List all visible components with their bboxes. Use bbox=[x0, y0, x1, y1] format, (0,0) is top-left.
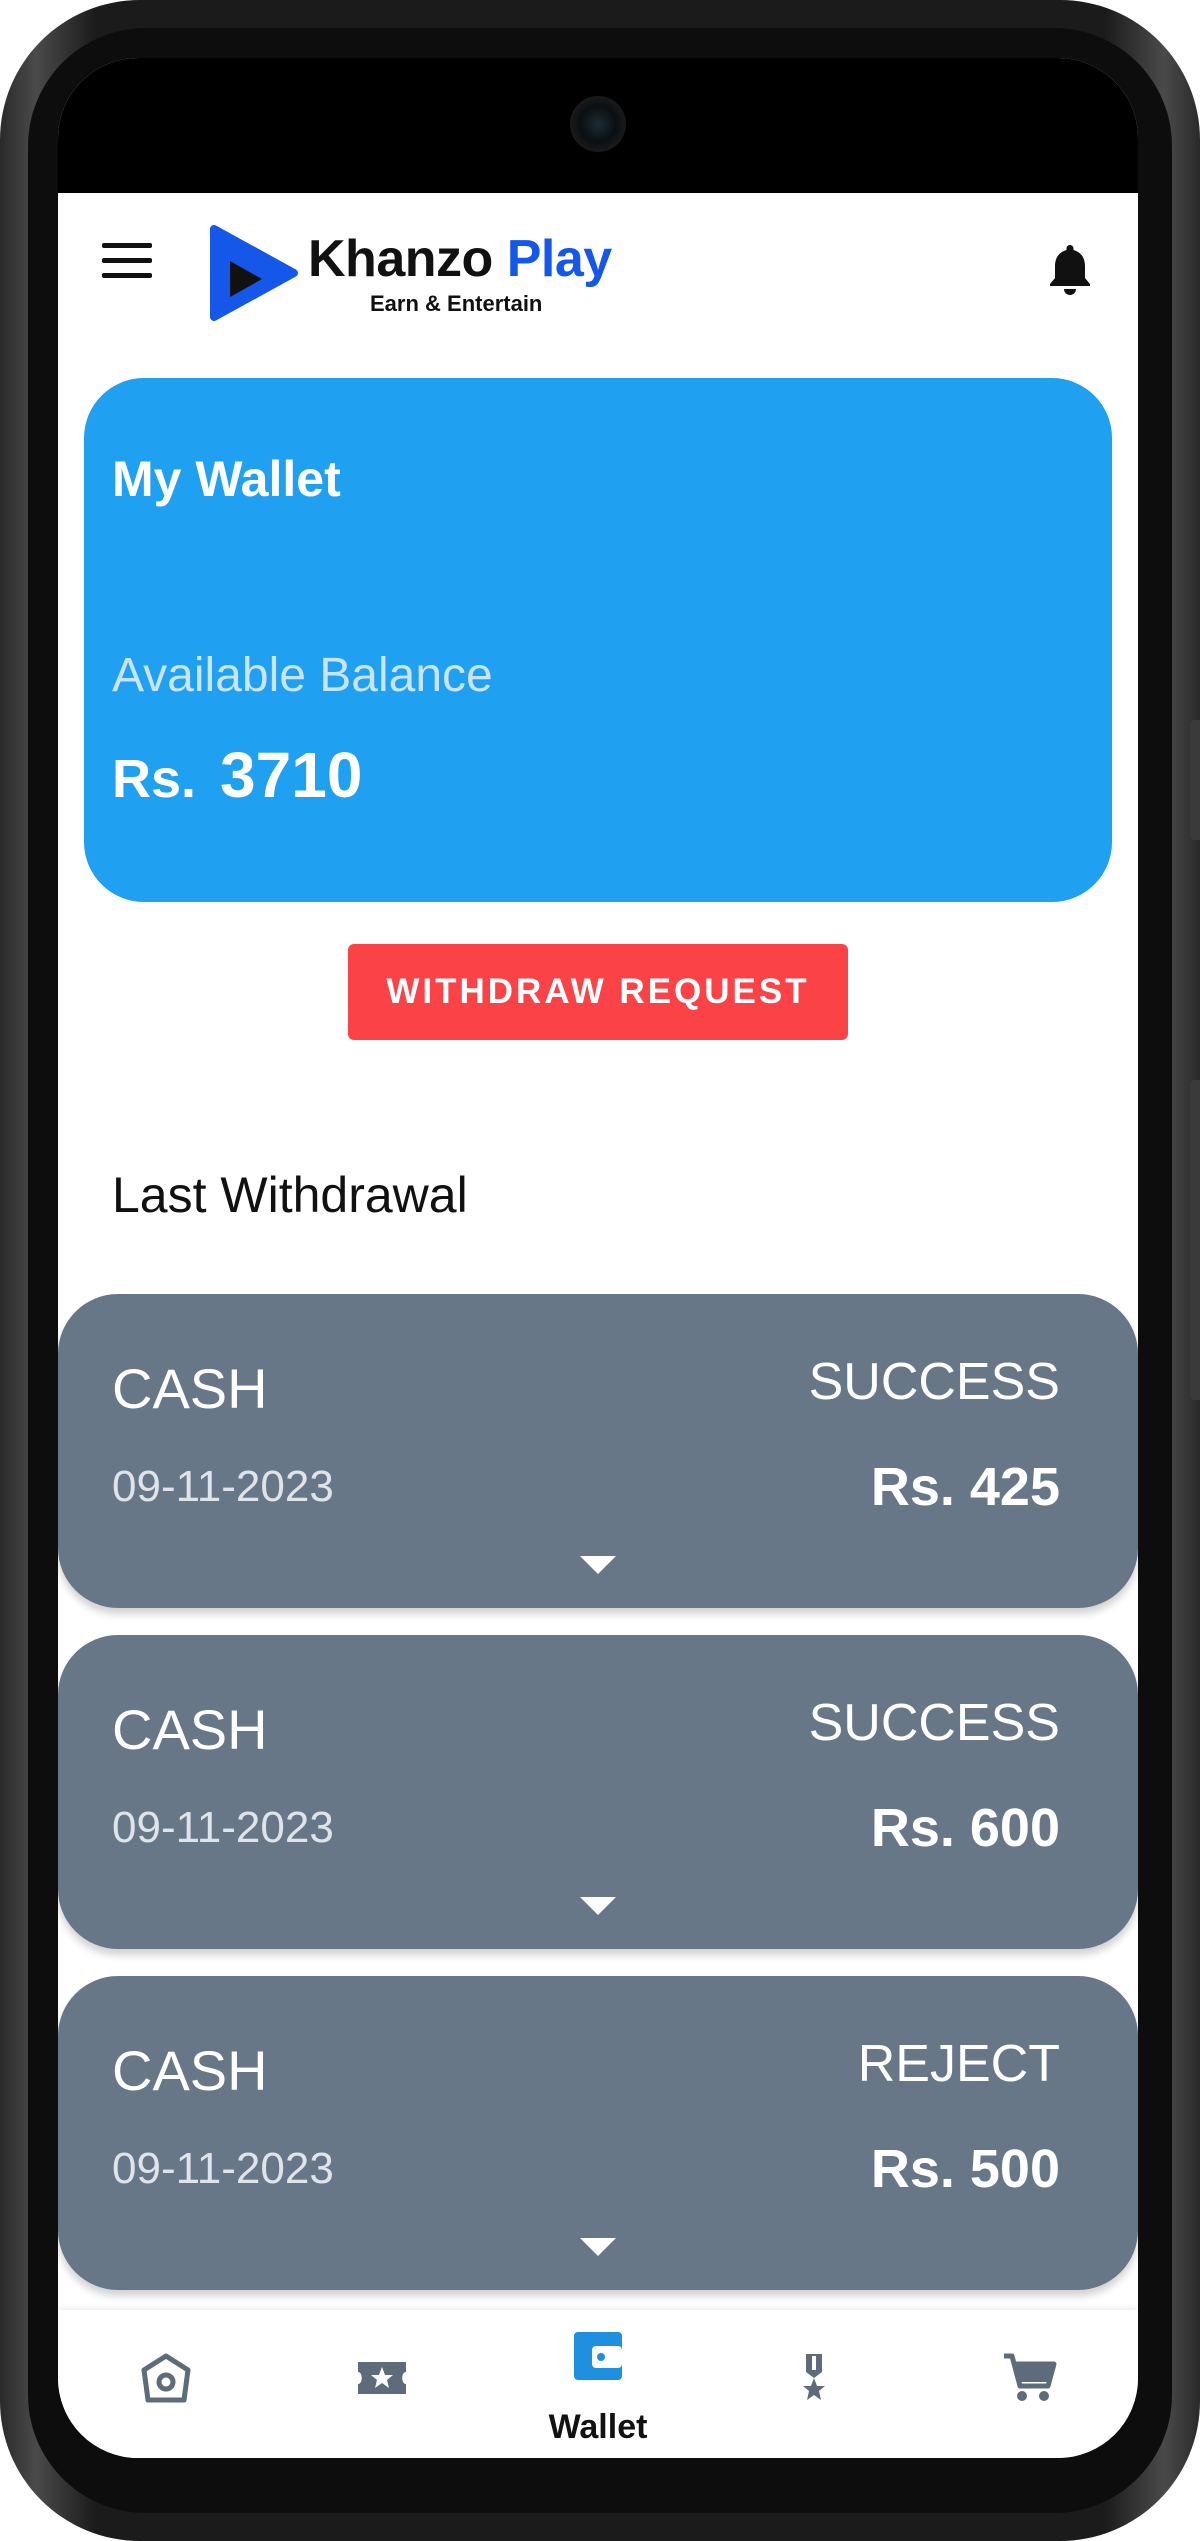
last-withdrawal-heading: Last Withdrawal bbox=[112, 1167, 468, 1223]
app-bar: Khanzo Play Earn & Entertain bbox=[58, 193, 1138, 338]
withdrawal-status: SUCCESS bbox=[808, 1353, 1060, 1411]
expand-caret-icon[interactable] bbox=[580, 2238, 616, 2256]
withdrawal-amount: Rs. 600 bbox=[870, 1798, 1060, 1858]
balance-label: Available Balance bbox=[112, 649, 493, 702]
logo-play-icon bbox=[210, 225, 298, 321]
bottom-navigation: Wallet bbox=[58, 2310, 1138, 2458]
withdrawal-status: REJECT bbox=[857, 2035, 1060, 2093]
withdrawal-amount: Rs. 500 bbox=[870, 2139, 1060, 2199]
nav-item-wallet[interactable]: Wallet bbox=[490, 2310, 706, 2458]
currency-label: Rs. bbox=[112, 749, 197, 809]
screen: Khanzo Play Earn & Entertain My Wallet A… bbox=[58, 58, 1138, 2458]
withdrawal-method: CASH bbox=[112, 1698, 268, 1761]
hamburger-menu-icon[interactable] bbox=[102, 243, 152, 283]
phone-frame: Khanzo Play Earn & Entertain My Wallet A… bbox=[0, 0, 1200, 2541]
nav-label-wallet: Wallet bbox=[548, 2408, 648, 2446]
balance-row: Rs. 3710 bbox=[112, 738, 362, 812]
withdrawal-amount: Rs. 425 bbox=[870, 1457, 1060, 1517]
app-tagline: Earn & Entertain bbox=[370, 291, 543, 316]
withdrawal-method: CASH bbox=[112, 2039, 268, 2102]
balance-amount: 3710 bbox=[220, 739, 363, 811]
nav-item-cart[interactable] bbox=[922, 2310, 1138, 2458]
expand-caret-icon[interactable] bbox=[580, 1897, 616, 1915]
volume-button bbox=[1190, 1080, 1200, 1400]
front-camera bbox=[570, 96, 626, 152]
power-button bbox=[1190, 720, 1200, 840]
ticket-icon bbox=[358, 2362, 406, 2394]
withdrawal-card[interactable]: CASH 09-11-2023 SUCCESS Rs. 425 bbox=[58, 1294, 1138, 1608]
withdrawal-method: CASH bbox=[112, 1357, 268, 1420]
wallet-icon bbox=[574, 2332, 622, 2380]
cart-icon bbox=[1004, 2353, 1057, 2401]
withdrawal-date: 09-11-2023 bbox=[112, 2144, 334, 2193]
withdrawal-card[interactable]: CASH 09-11-2023 REJECT Rs. 500 bbox=[58, 1976, 1138, 2290]
nav-item-rewards[interactable] bbox=[706, 2310, 922, 2458]
withdrawal-card[interactable]: CASH 09-11-2023 SUCCESS Rs. 600 bbox=[58, 1635, 1138, 1949]
logo-text: Khanzo Play Earn & Entertain bbox=[308, 233, 612, 317]
wallet-card: My Wallet Available Balance Rs. 3710 bbox=[84, 378, 1112, 902]
wallet-title: My Wallet bbox=[112, 451, 341, 507]
status-bar bbox=[58, 58, 1138, 193]
home-icon bbox=[141, 2353, 191, 2403]
notification-bell-icon[interactable] bbox=[1045, 241, 1095, 297]
withdrawal-date: 09-11-2023 bbox=[112, 1803, 334, 1852]
medal-icon bbox=[803, 2354, 825, 2400]
nav-item-home[interactable] bbox=[58, 2310, 274, 2458]
nav-item-tickets[interactable] bbox=[274, 2310, 490, 2458]
app-name: Khanzo Play bbox=[308, 230, 612, 288]
withdrawal-date: 09-11-2023 bbox=[112, 1462, 334, 1511]
expand-caret-icon[interactable] bbox=[580, 1556, 616, 1574]
withdrawal-status: SUCCESS bbox=[808, 1694, 1060, 1752]
withdraw-request-button[interactable]: WITHDRAW REQUEST bbox=[348, 944, 848, 1040]
